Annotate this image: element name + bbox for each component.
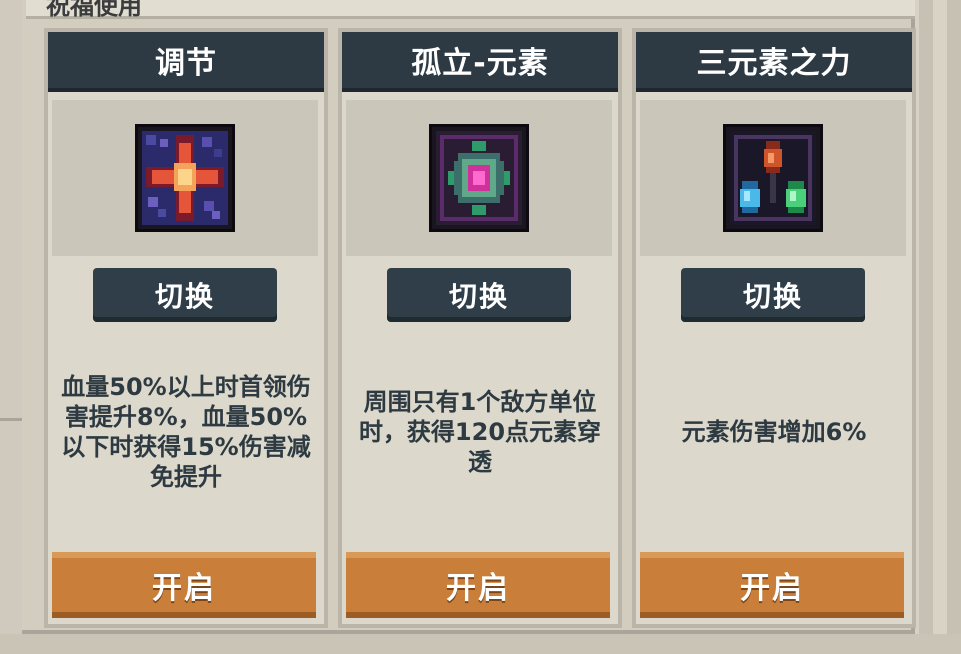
isolated-element-gem-icon: [429, 124, 529, 232]
regulate-cross-icon: [135, 124, 235, 232]
icon-slot: [640, 100, 906, 256]
switch-button[interactable]: 切换: [681, 268, 865, 322]
card-title: 调节: [48, 32, 324, 92]
card-description: 元素伤害增加6%: [681, 418, 867, 446]
card-description: 血量50%以上时首领伤害提升8%，血量50%以下时获得15%伤害减免提升: [61, 373, 311, 491]
card-description: 周围只有1个敌方单位时，获得120点元素穿透: [358, 388, 602, 476]
blessing-card: 孤立-元素 切换 周围只有1个敌方单位时，获得120点元素穿透 开启: [338, 28, 622, 628]
three-element-crystals-icon: [723, 124, 823, 232]
bottom-edge: [0, 634, 961, 654]
open-button[interactable]: 开启: [52, 552, 316, 618]
icon-slot: [52, 100, 318, 256]
open-button[interactable]: 开启: [640, 552, 904, 618]
panel-title: 祝福使用: [46, 0, 142, 20]
blessing-card: 三元素之力 切换 元素伤害增加6% 开启: [632, 28, 916, 628]
card-title: 孤立-元素: [342, 32, 618, 92]
open-button[interactable]: 开启: [346, 552, 610, 618]
card-title: 三元素之力: [636, 32, 912, 92]
switch-button[interactable]: 切换: [387, 268, 571, 322]
icon-slot: [346, 100, 612, 256]
left-edge: [0, 0, 22, 654]
right-edge: [919, 0, 961, 654]
panel-header: [26, 0, 915, 19]
switch-button[interactable]: 切换: [93, 268, 277, 322]
blessing-card: 调节 切换 血量50%以上时首领伤害提升8%，血量50%以下时获得15%伤害减免…: [44, 28, 328, 628]
